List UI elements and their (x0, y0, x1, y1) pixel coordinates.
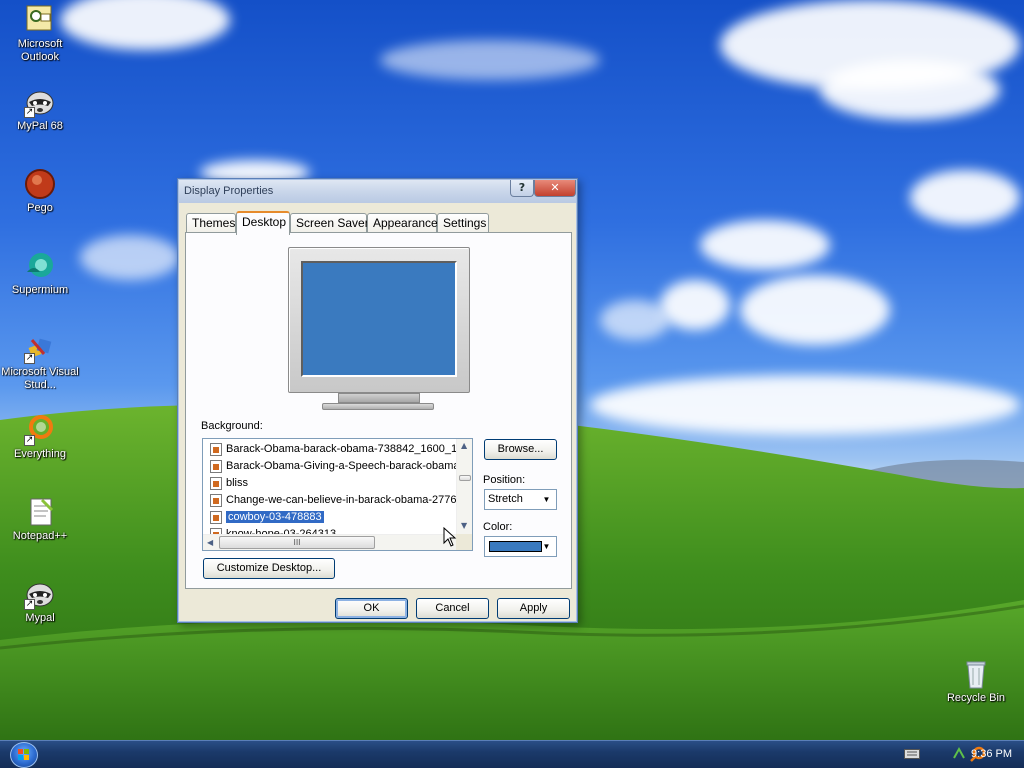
desktop-icon-label: Supermium (11, 284, 69, 296)
scroll-left-arrow-icon[interactable]: ◀ (207, 538, 213, 547)
scrollbar-corner (456, 534, 472, 550)
recycle-bin-icon (960, 658, 992, 690)
desktop-icon-outlook[interactable]: Microsoft Outlook (0, 4, 80, 64)
desktop-icon-label: Microsoft Visual Stud... (1, 366, 79, 391)
list-item[interactable]: Change-we-can-believe-in-barack-obama-27… (206, 492, 456, 509)
dialog-titlebar[interactable]: Display Properties ? ✕ (179, 180, 576, 203)
desktop-icon-label: Mypal (25, 612, 55, 624)
monitor-base (322, 403, 434, 410)
customize-desktop-button[interactable]: Customize Desktop... (203, 558, 335, 579)
dialog-title: Display Properties (184, 185, 274, 197)
desktop-icon-label: Pego (27, 202, 53, 214)
position-value: Stretch (488, 493, 523, 505)
outlook-icon (24, 4, 56, 36)
shortcut-arrow-icon: ↗ (24, 107, 35, 118)
ok-button[interactable]: OK (335, 598, 408, 619)
tab-settings[interactable]: Settings (437, 213, 489, 233)
list-item[interactable]: bliss (206, 475, 456, 492)
help-button[interactable]: ? (510, 180, 534, 197)
desktop-icon-label: Everything (14, 448, 66, 460)
windows-logo-icon (18, 749, 29, 760)
scroll-up-arrow-icon[interactable]: ▲ (461, 441, 467, 450)
close-button[interactable]: ✕ (534, 180, 576, 197)
desktop-icon-label: MyPal 68 (17, 120, 63, 132)
keyboard-icon[interactable] (904, 749, 920, 759)
scroll-down-arrow-icon[interactable]: ▼ (461, 521, 467, 530)
chevron-down-icon: ▼ (542, 542, 551, 551)
image-file-icon (210, 443, 222, 456)
desktop-icon-mypal-68[interactable]: ↗ MyPal 68 (0, 86, 80, 133)
pego-icon (24, 168, 56, 200)
taskbar-clock[interactable]: 9:36 PM (971, 748, 1012, 760)
list-item[interactable]: Barack-Obama-barack-obama-738842_1600_12 (206, 441, 456, 458)
desktop-icon-notepad-plus-plus[interactable]: Notepad++ (0, 496, 80, 543)
color-label: Color: (483, 521, 513, 533)
desktop-icon-supermium[interactable]: Supermium (0, 250, 80, 297)
display-properties-dialog: Display Properties ? ✕ Themes Desktop Sc… (177, 178, 578, 623)
shortcut-arrow-icon: ↗ (24, 435, 35, 446)
desktop-icon-recycle-bin[interactable]: Recycle Bin (936, 658, 1016, 705)
monitor-stand (338, 393, 420, 403)
notepad-plus-plus-icon (24, 496, 56, 528)
background-list: Barack-Obama-barack-obama-738842_1600_12… (206, 441, 456, 543)
horizontal-scroll-thumb[interactable]: III (219, 536, 375, 549)
mouse-cursor-icon (443, 527, 457, 547)
vertical-scroll-thumb[interactable] (459, 475, 471, 481)
tab-appearance[interactable]: Appearance (367, 213, 438, 233)
image-file-icon (210, 494, 222, 507)
image-file-icon (210, 477, 222, 490)
image-file-icon (210, 460, 222, 473)
list-item-selected[interactable]: cowboy-03-478883 (206, 509, 456, 526)
vertical-scrollbar[interactable]: ▲ ▼ (456, 439, 472, 535)
taskbar: 9:36 PM (0, 740, 1024, 768)
mypal-raccoon-icon: ↗ (24, 578, 56, 610)
system-tray: 9:36 PM (874, 741, 1024, 768)
monitor-preview (288, 247, 470, 393)
image-file-icon (210, 511, 222, 524)
visual-studio-icon: ↗ (24, 332, 56, 364)
network-arrow-icon[interactable] (952, 746, 966, 762)
shortcut-arrow-icon: ↗ (24, 353, 35, 364)
desktop-icon-label: Notepad++ (12, 530, 68, 542)
color-swatch (489, 541, 542, 552)
preview-screen (301, 261, 457, 377)
horizontal-scrollbar[interactable]: ◀ III (203, 534, 457, 550)
color-picker[interactable]: ▼ (484, 536, 557, 557)
apply-button[interactable]: Apply (497, 598, 570, 619)
chevron-down-icon: ▼ (542, 495, 551, 504)
desktop-icon-everything[interactable]: ↗ Everything (0, 414, 80, 461)
desktop-icon-pego[interactable]: Pego (0, 168, 80, 215)
start-button[interactable] (10, 742, 38, 768)
desktop-icon-label: Recycle Bin (946, 692, 1006, 704)
tab-themes[interactable]: Themes (186, 213, 236, 233)
tab-desktop[interactable]: Desktop (236, 211, 290, 235)
position-select[interactable]: Stretch ▼ (484, 489, 557, 510)
list-item[interactable]: Barack-Obama-Giving-a-Speech-barack-obam… (206, 458, 456, 475)
desktop-tab-panel: Background: Barack-Obama-barack-obama-73… (185, 232, 572, 589)
background-listbox[interactable]: Barack-Obama-barack-obama-738842_1600_12… (202, 438, 473, 551)
desktop-icon-mypal[interactable]: ↗ Mypal (0, 578, 80, 625)
browse-button[interactable]: Browse... (484, 439, 557, 460)
desktop-icon-visual-studio[interactable]: ↗ Microsoft Visual Stud... (0, 332, 80, 392)
position-label: Position: (483, 474, 526, 486)
tab-screen-saver[interactable]: Screen Saver (290, 213, 369, 233)
shortcut-arrow-icon: ↗ (24, 599, 35, 610)
everything-search-icon: ↗ (24, 414, 56, 446)
desktop-icon-label: Microsoft Outlook (17, 38, 63, 63)
cancel-button[interactable]: Cancel (416, 598, 489, 619)
mypal-raccoon-icon: ↗ (24, 86, 56, 118)
desktop-wallpaper: Microsoft Outlook ↗ MyPal 68 Pego Superm… (0, 0, 1024, 740)
background-label: Background: (201, 420, 263, 432)
supermium-icon (24, 250, 56, 282)
